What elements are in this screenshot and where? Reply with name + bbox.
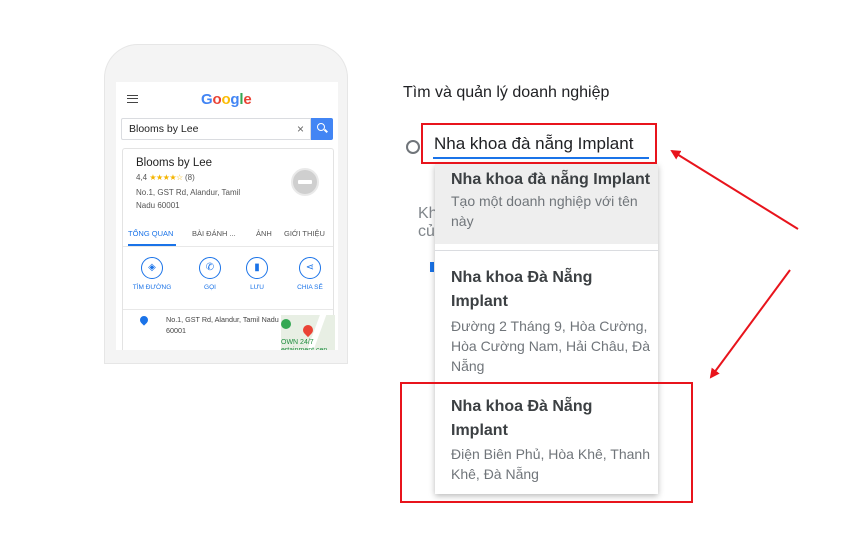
- map-label: OWN 24/7 ertainment cen: [281, 339, 327, 350]
- dropdown-divider: [435, 250, 658, 251]
- business-card: Blooms by Lee 4,4 ★★★★☆ (8) No.1, GST Rd…: [122, 148, 335, 350]
- hidden-link: [430, 262, 434, 272]
- remove-icon[interactable]: [291, 168, 319, 196]
- search-icon: [406, 140, 420, 154]
- directions-button[interactable]: ◈ TÌM ĐƯỜNG: [127, 257, 177, 291]
- search-icon: [317, 123, 325, 131]
- tab-reviews[interactable]: BÀI ĐÁNH ...: [192, 229, 236, 238]
- business-address-full: No.1, GST Rd, Alandur, Tamil Nadu 60001: [166, 315, 279, 335]
- directions-icon: ◈: [141, 257, 163, 279]
- page-title: Tìm và quản lý doanh nghiệp: [403, 84, 610, 101]
- tab-about[interactable]: GIỚI THIỆU: [284, 229, 325, 238]
- phone-search-value: Blooms by Lee: [129, 123, 199, 135]
- share-icon: ⋖: [299, 257, 321, 279]
- phone-search-input[interactable]: Blooms by Lee ×: [121, 118, 311, 140]
- phone-icon: ✆: [199, 257, 221, 279]
- business-rating: 4,4 ★★★★☆ (8): [136, 173, 195, 182]
- map-place-icon: [281, 319, 291, 329]
- share-button[interactable]: ⋖ CHIA SẺ: [285, 257, 335, 291]
- arrow-to-search: [670, 149, 799, 230]
- star-rating-icon: ★★★★☆: [149, 173, 183, 182]
- save-button[interactable]: ▮ LƯU: [232, 257, 282, 291]
- arrow-to-suggestion: [709, 269, 791, 379]
- google-logo: Google: [201, 91, 252, 108]
- divider: [123, 309, 333, 310]
- divider: [123, 246, 333, 247]
- annotation-box-suggestion: [400, 382, 693, 503]
- business-actions: ◈ TÌM ĐƯỜNG ✆ GỌI ▮ LƯU ⋖ CHIA SẺ: [123, 257, 333, 297]
- phone-screen: Google Blooms by Lee × Blooms by Lee 4,4…: [116, 82, 338, 350]
- tab-photos[interactable]: ẢNH: [256, 229, 272, 238]
- map-thumbnail[interactable]: OWN 24/7 ertainment cen: [281, 315, 335, 350]
- business-name: Blooms by Lee: [136, 157, 213, 169]
- clear-icon[interactable]: ×: [297, 122, 304, 136]
- hamburger-menu-icon[interactable]: [127, 95, 138, 103]
- suggestion-item[interactable]: Nha khoa Đà Nẵng Implant Đường 2 Tháng 9…: [435, 262, 658, 382]
- annotation-box-search: [421, 123, 657, 164]
- business-address: No.1, GST Rd, Alandur, Tamil Nadu 60001: [136, 188, 241, 210]
- suggestion-create[interactable]: Nha khoa đà nẵng Implant Tạo một doanh n…: [435, 164, 658, 244]
- phone-search-button[interactable]: [311, 118, 333, 140]
- location-pin-icon: [138, 314, 150, 326]
- tab-overview[interactable]: TỔNG QUAN: [128, 229, 173, 238]
- bookmark-icon: ▮: [246, 257, 268, 279]
- call-button[interactable]: ✆ GỌI: [185, 257, 235, 291]
- google-header: Google: [116, 82, 338, 116]
